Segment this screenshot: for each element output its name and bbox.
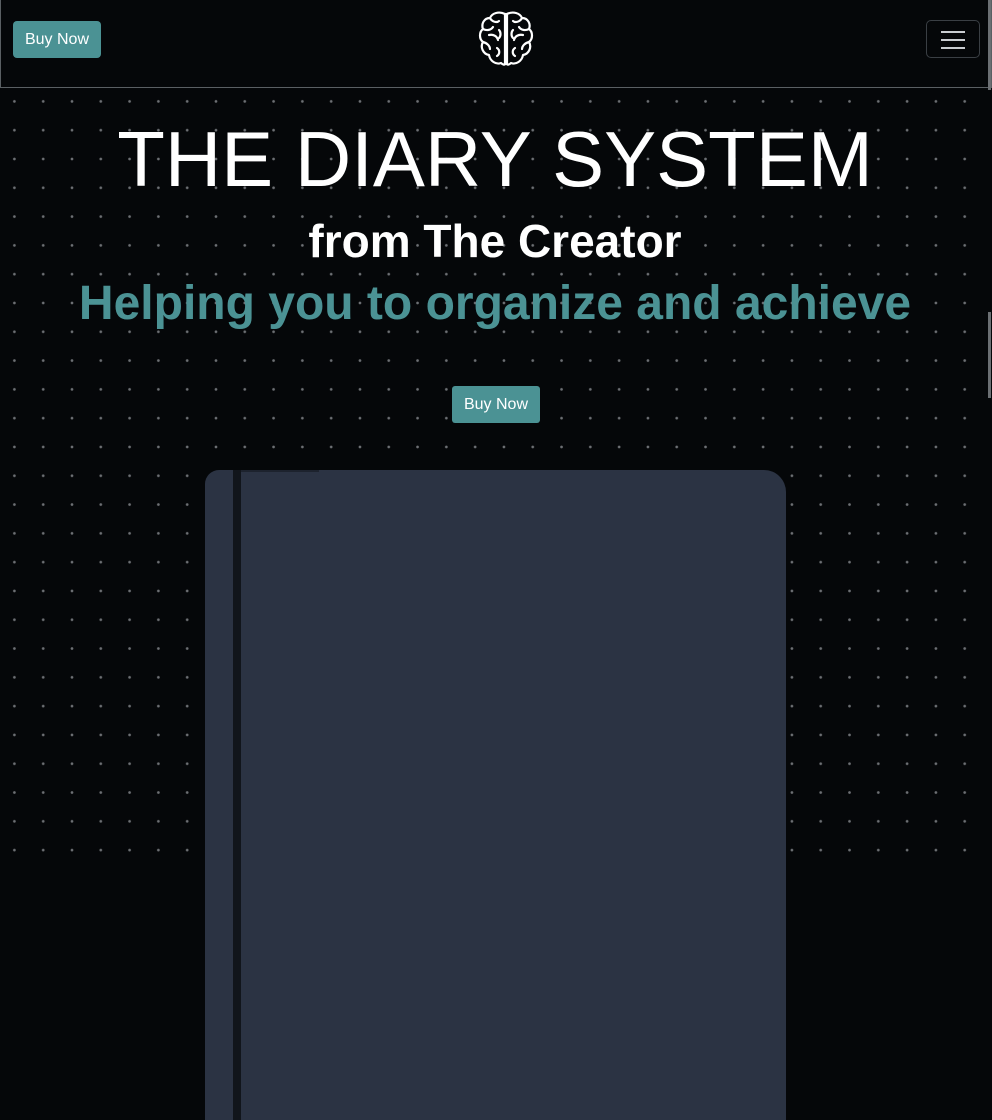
hero-buy-now-button[interactable]: Buy Now (452, 386, 540, 423)
diary-top-edge (241, 470, 319, 472)
navbar: Buy Now (0, 0, 992, 88)
hero-subtitle: from The Creator (308, 215, 682, 267)
diary-spine (233, 470, 241, 1120)
hero-tagline: Helping you to organize and achieve (78, 277, 912, 330)
hero-title: THE DIARY SYSTEM (117, 115, 873, 203)
menu-bar (941, 39, 965, 41)
scrollbar-thumb-secondary[interactable] (988, 312, 991, 398)
menu-bar (941, 31, 965, 33)
nav-buy-now-button[interactable]: Buy Now (13, 21, 101, 58)
diary-book-illustration (205, 470, 786, 1120)
menu-bar (941, 47, 965, 49)
page: Buy Now THE DIARY SYSTEM from The Creato… (0, 0, 992, 1120)
scrollbar[interactable] (988, 0, 991, 1120)
scrollbar-thumb[interactable] (988, 0, 991, 90)
hamburger-menu-icon[interactable] (926, 20, 980, 58)
brain-icon[interactable] (477, 8, 535, 70)
